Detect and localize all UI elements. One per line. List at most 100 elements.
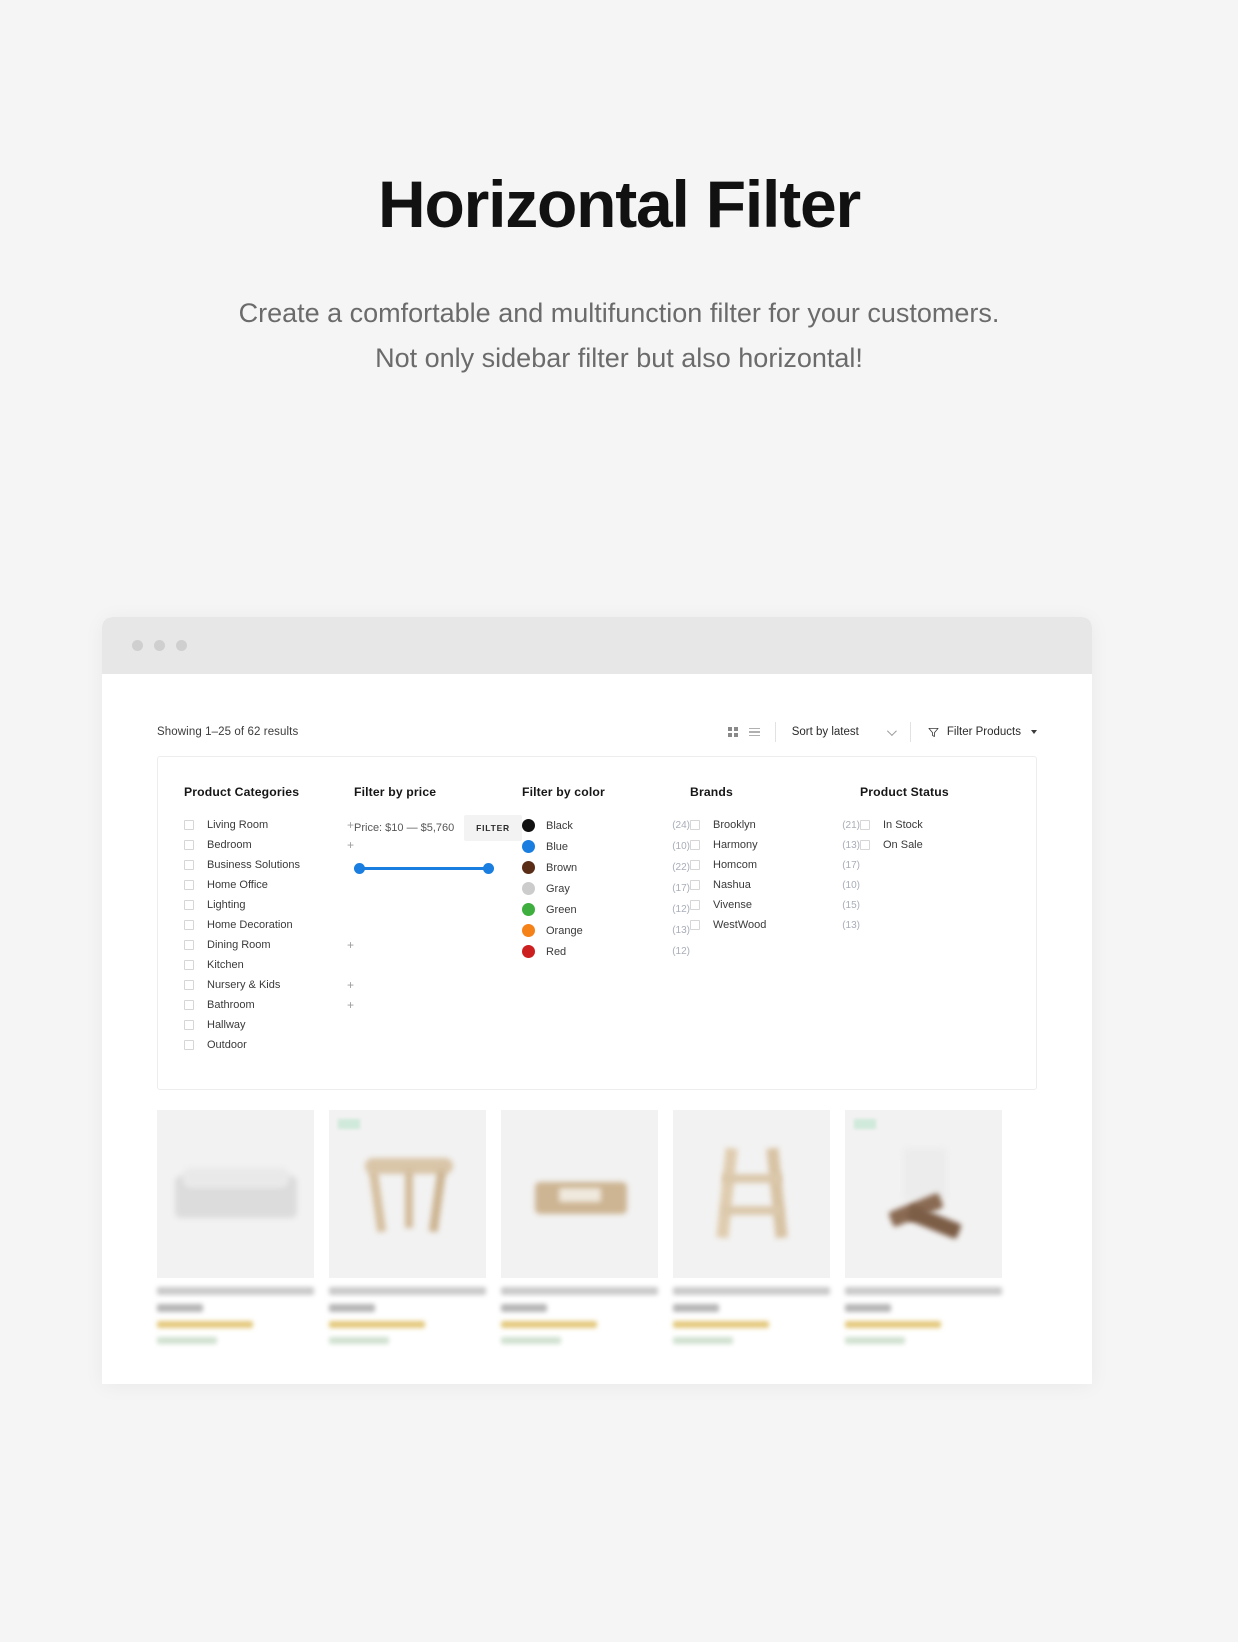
brand-checkbox[interactable] xyxy=(690,900,700,910)
price-range-slider[interactable] xyxy=(354,863,494,875)
product-action-link[interactable] xyxy=(673,1337,733,1344)
chevron-down-icon xyxy=(886,725,897,736)
brands-title: Brands xyxy=(690,785,733,799)
window-close-dot[interactable] xyxy=(132,640,143,651)
filter-option-row[interactable]: Brown (22) xyxy=(522,857,690,878)
category-checkbox[interactable] xyxy=(184,1020,194,1030)
expand-toggle-icon[interactable]: + xyxy=(347,819,354,831)
color-count: (17) xyxy=(672,883,690,894)
brand-checkbox[interactable] xyxy=(690,820,700,830)
filter-option-row[interactable]: Gray (17) xyxy=(522,878,690,899)
product-card[interactable] xyxy=(845,1110,1002,1344)
product-card[interactable] xyxy=(157,1110,314,1344)
filter-option-row[interactable]: Hallway xyxy=(184,1015,354,1035)
window-minimize-dot[interactable] xyxy=(154,640,165,651)
color-swatch[interactable] xyxy=(522,924,535,937)
filter-option-row[interactable]: Red (12) xyxy=(522,941,690,962)
price-slider-handle-max[interactable] xyxy=(483,863,494,874)
color-swatch[interactable] xyxy=(522,819,535,832)
filter-products-button[interactable]: Filter Products xyxy=(911,726,1037,738)
filter-option-row[interactable]: Lighting xyxy=(184,895,354,915)
filter-option-row[interactable]: Business Solutions xyxy=(184,855,354,875)
expand-toggle-icon[interactable]: + xyxy=(347,939,354,951)
color-swatch[interactable] xyxy=(522,840,535,853)
window-maximize-dot[interactable] xyxy=(176,640,187,651)
status-checkbox[interactable] xyxy=(860,820,870,830)
filter-option-row[interactable]: Bathroom + xyxy=(184,995,354,1015)
filter-option-row[interactable]: Homcom (17) xyxy=(690,855,860,875)
filter-option-row[interactable]: Bedroom + xyxy=(184,835,354,855)
product-action-link[interactable] xyxy=(329,1337,389,1344)
color-swatch[interactable] xyxy=(522,882,535,895)
filter-option-row[interactable]: Home Decoration xyxy=(184,915,354,935)
filter-option-row[interactable]: Green (12) xyxy=(522,899,690,920)
product-card[interactable] xyxy=(501,1110,658,1344)
filter-option-row[interactable]: Harmony (13) xyxy=(690,835,860,855)
category-checkbox[interactable] xyxy=(184,880,194,890)
filter-option-row[interactable]: Home Office xyxy=(184,875,354,895)
filter-option-row[interactable]: In Stock xyxy=(860,815,1020,835)
filter-option-row[interactable]: WestWood (13) xyxy=(690,915,860,935)
product-thumbnail[interactable] xyxy=(501,1110,658,1278)
filter-option-row[interactable]: Kitchen xyxy=(184,955,354,975)
sort-select[interactable]: Sort by latest xyxy=(776,725,910,738)
brand-label: Brooklyn xyxy=(713,819,756,831)
filter-column-status: Product Status In Stock On Sale xyxy=(860,785,1020,1055)
category-checkbox[interactable] xyxy=(184,900,194,910)
filter-option-row[interactable]: Blue (10) xyxy=(522,836,690,857)
view-switcher xyxy=(727,727,775,737)
status-checkbox[interactable] xyxy=(860,840,870,850)
filter-option-row[interactable]: Living Room + xyxy=(184,815,354,835)
product-badge xyxy=(854,1119,876,1129)
category-checkbox[interactable] xyxy=(184,960,194,970)
category-checkbox[interactable] xyxy=(184,940,194,950)
product-thumbnail[interactable] xyxy=(673,1110,830,1278)
product-thumbnail[interactable] xyxy=(845,1110,1002,1278)
category-checkbox[interactable] xyxy=(184,1040,194,1050)
brand-checkbox[interactable] xyxy=(690,860,700,870)
color-swatch[interactable] xyxy=(522,861,535,874)
subtitle-line-1: Create a comfortable and multifunction f… xyxy=(238,298,1000,329)
product-action-link[interactable] xyxy=(501,1337,561,1344)
category-label: Bathroom xyxy=(207,999,255,1011)
brand-checkbox[interactable] xyxy=(690,840,700,850)
product-action-link[interactable] xyxy=(845,1337,905,1344)
filter-option-row[interactable]: Vivense (15) xyxy=(690,895,860,915)
price-row: Price: $10 — $5,760 FILTER xyxy=(354,815,522,841)
filter-option-row[interactable]: Black (24) xyxy=(522,815,690,836)
category-checkbox[interactable] xyxy=(184,820,194,830)
brand-checkbox[interactable] xyxy=(690,880,700,890)
category-checkbox[interactable] xyxy=(184,980,194,990)
status-label: In Stock xyxy=(883,819,923,831)
price-slider-handle-min[interactable] xyxy=(354,863,365,874)
category-checkbox[interactable] xyxy=(184,860,194,870)
product-action-link[interactable] xyxy=(157,1337,217,1344)
product-card[interactable] xyxy=(673,1110,830,1344)
color-swatch[interactable] xyxy=(522,945,535,958)
color-list: Black (24) Blue (10) Brown (22) Gray (17) Green (… xyxy=(522,815,690,962)
filter-option-row[interactable]: On Sale xyxy=(860,835,1020,855)
price-filter-button[interactable]: FILTER xyxy=(464,815,522,841)
toolbar-controls: Sort by latest Filter Products xyxy=(727,722,1037,742)
list-view-icon[interactable] xyxy=(748,727,760,737)
category-checkbox[interactable] xyxy=(184,1000,194,1010)
filter-option-row[interactable]: Dining Room + xyxy=(184,935,354,955)
expand-toggle-icon[interactable]: + xyxy=(347,979,354,991)
product-thumbnail[interactable] xyxy=(329,1110,486,1278)
product-name xyxy=(501,1287,658,1295)
brand-checkbox[interactable] xyxy=(690,920,700,930)
expand-toggle-icon[interactable]: + xyxy=(347,999,354,1011)
filter-option-row[interactable]: Nashua (10) xyxy=(690,875,860,895)
filter-option-row[interactable]: Nursery & Kids + xyxy=(184,975,354,995)
category-checkbox[interactable] xyxy=(184,920,194,930)
color-swatch[interactable] xyxy=(522,903,535,916)
filter-option-row[interactable]: Orange (13) xyxy=(522,920,690,941)
subtitle-line-2: Not only sidebar filter but also horizon… xyxy=(375,342,863,373)
grid-view-icon[interactable] xyxy=(727,727,738,737)
category-checkbox[interactable] xyxy=(184,840,194,850)
filter-option-row[interactable]: Brooklyn (21) xyxy=(690,815,860,835)
filter-option-row[interactable]: Outdoor xyxy=(184,1035,354,1055)
expand-toggle-icon[interactable]: + xyxy=(347,839,354,851)
product-card[interactable] xyxy=(329,1110,486,1344)
product-thumbnail[interactable] xyxy=(157,1110,314,1278)
